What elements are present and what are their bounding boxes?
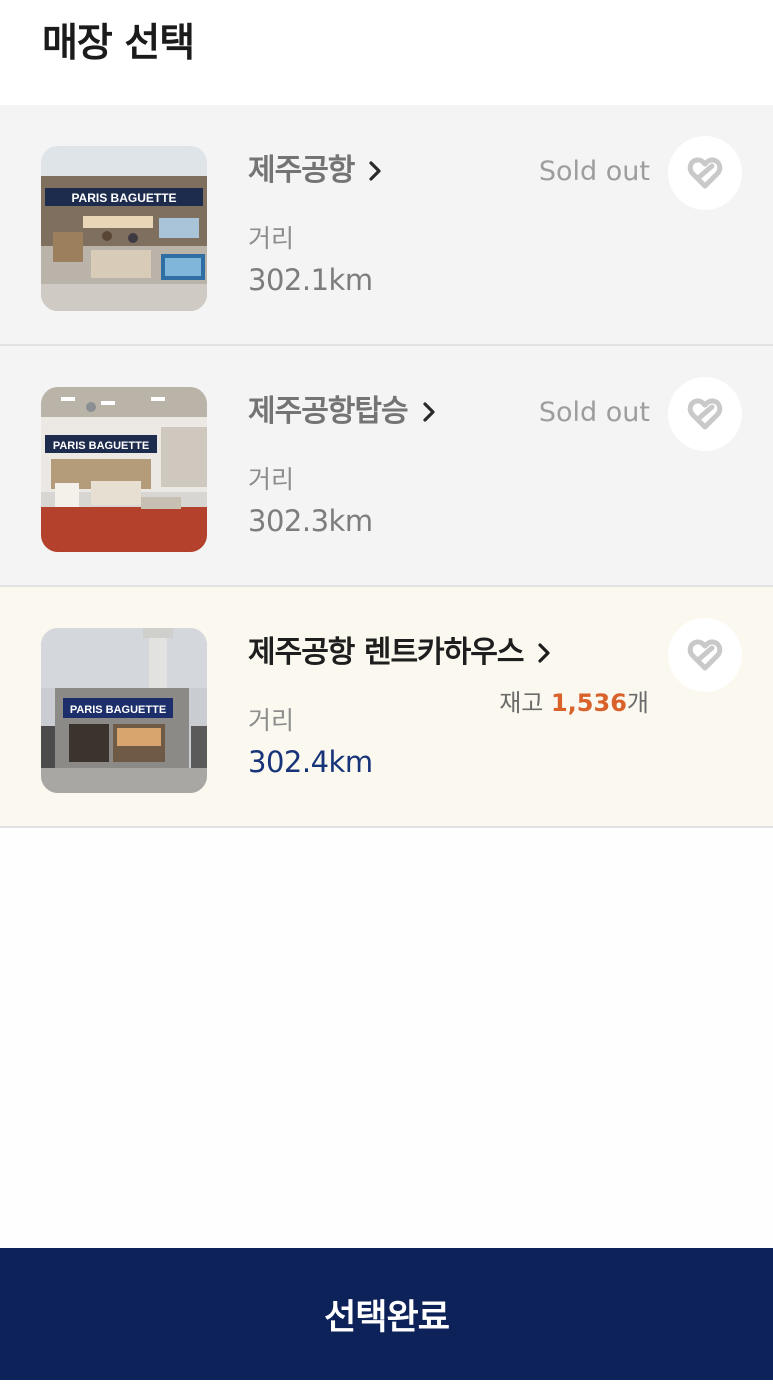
distance-value: 302.1km: [248, 263, 373, 297]
store-name-row[interactable]: 제주공항: [248, 151, 386, 191]
store-item-jeju-airport-boarding[interactable]: PARIS BAGUETTE 제주공항탑승 거리 302.3km Sold ou…: [0, 346, 773, 587]
store-name-row[interactable]: 제주공항 렌트카하우스: [248, 633, 555, 673]
stock-info: 재고 1,536개: [499, 687, 649, 719]
svg-text:PARIS BAGUETTE: PARIS BAGUETTE: [70, 704, 166, 716]
store-name: 제주공항탑승: [248, 394, 409, 429]
svg-text:PARIS BAGUETTE: PARIS BAGUETTE: [53, 440, 149, 452]
heart-outline-icon: [687, 157, 723, 189]
distance-label: 거리: [248, 465, 295, 494]
distance-value: 302.3km: [248, 504, 373, 538]
sold-out-status: Sold out: [538, 156, 650, 187]
store-thumbnail: PARIS BAGUETTE: [41, 387, 207, 552]
store-select-screen: 매장 선택 PARIS BAGUETTE 제주공항 거리 302.1km Sol…: [0, 0, 773, 1386]
store-name: 제주공항: [248, 153, 355, 188]
stock-count: 1,536: [550, 689, 627, 717]
store-item-jeju-airport[interactable]: PARIS BAGUETTE 제주공항 거리 302.1km Sold out: [0, 105, 773, 346]
store-name-row[interactable]: 제주공항탑승: [248, 392, 440, 432]
chevron-right-icon: [423, 402, 435, 422]
favorite-button[interactable]: [668, 377, 742, 451]
store-thumbnail: PARIS BAGUETTE: [41, 628, 207, 793]
favorite-button[interactable]: [668, 618, 742, 692]
chevron-right-icon: [538, 643, 551, 663]
favorite-button[interactable]: [668, 136, 742, 210]
distance-value: 302.4km: [248, 745, 373, 779]
chevron-right-icon: [369, 161, 382, 181]
header: 매장 선택: [0, 0, 773, 105]
store-item-jeju-airport-rentcar-house[interactable]: PARIS BAGUETTE 제주공항 렌트카하우스 거리 302.4km 재고…: [0, 587, 773, 828]
store-thumbnail: PARIS BAGUETTE: [41, 146, 207, 311]
svg-text:PARIS BAGUETTE: PARIS BAGUETTE: [71, 191, 176, 205]
distance-label: 거리: [248, 706, 295, 735]
store-name: 제주공항 렌트카하우스: [248, 635, 524, 670]
heart-outline-icon: [687, 398, 723, 430]
confirm-selection-button[interactable]: 선택완료: [0, 1248, 773, 1380]
stock-prefix: 재고: [499, 689, 551, 717]
page-title: 매장 선택: [42, 21, 195, 66]
bottom-safe-area: [0, 1380, 773, 1386]
heart-outline-icon: [687, 639, 723, 671]
sold-out-status: Sold out: [538, 397, 650, 428]
distance-label: 거리: [248, 224, 295, 253]
stock-suffix: 개: [626, 689, 649, 717]
